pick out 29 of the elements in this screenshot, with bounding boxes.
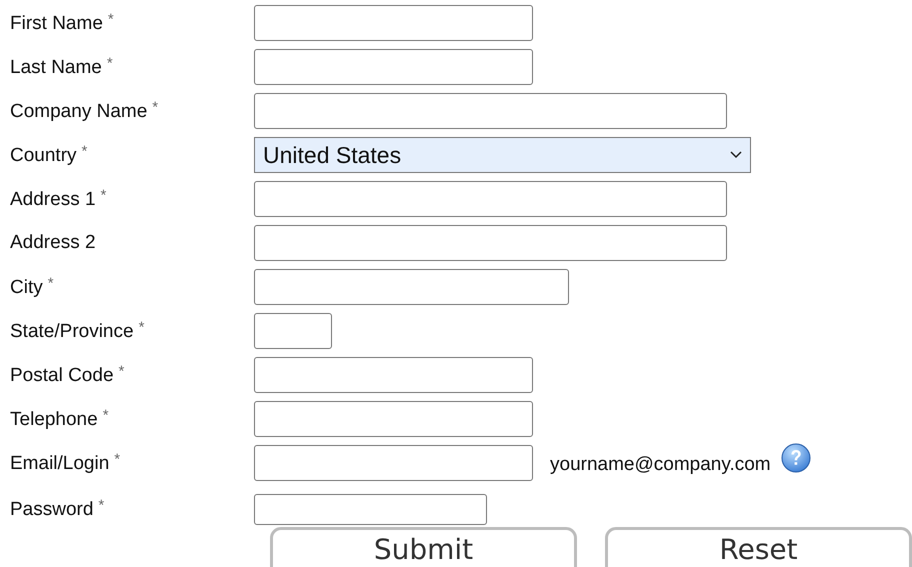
field-label: Password $^{*}$ bbox=[9, 497, 106, 521]
input-field[interactable] bbox=[254, 49, 533, 85]
field-label: Email/Login $^{*}$ bbox=[9, 451, 122, 475]
field-label: Address 1 $^{*}$ bbox=[9, 187, 108, 211]
field-label: Country $^{*}$ bbox=[9, 143, 88, 167]
field-label: City $^{*}$ bbox=[9, 275, 55, 299]
chevron-down-icon bbox=[730, 151, 742, 159]
field-label: First Name $^{*}$ bbox=[9, 11, 115, 35]
submit-button[interactable]: Submit bbox=[270, 527, 577, 567]
field-label: Telephone $^{*}$ bbox=[9, 407, 110, 431]
field-label: State/Province $^{*}$ bbox=[9, 319, 146, 343]
input-field[interactable] bbox=[254, 357, 533, 393]
input-field[interactable] bbox=[254, 401, 533, 437]
input-field[interactable] bbox=[254, 5, 533, 41]
input-field[interactable] bbox=[254, 225, 727, 261]
country-select[interactable]: United States bbox=[254, 137, 751, 173]
field-label: Postal Code $^{*}$ bbox=[9, 363, 126, 387]
help-icon[interactable] bbox=[780, 443, 811, 473]
input-field[interactable] bbox=[254, 494, 487, 524]
input-field[interactable] bbox=[254, 313, 332, 349]
field-label: Company Name $^{*}$ bbox=[9, 99, 160, 123]
input-field[interactable] bbox=[254, 269, 569, 305]
field-label: Address 2 bbox=[9, 232, 97, 254]
email-hint: yourname@company.com bbox=[550, 454, 771, 476]
input-field[interactable] bbox=[254, 93, 727, 129]
input-field[interactable] bbox=[254, 181, 727, 217]
reset-button[interactable]: Reset bbox=[605, 527, 912, 567]
field-label: Last Name $^{*}$ bbox=[9, 55, 114, 79]
input-field[interactable] bbox=[254, 445, 533, 481]
